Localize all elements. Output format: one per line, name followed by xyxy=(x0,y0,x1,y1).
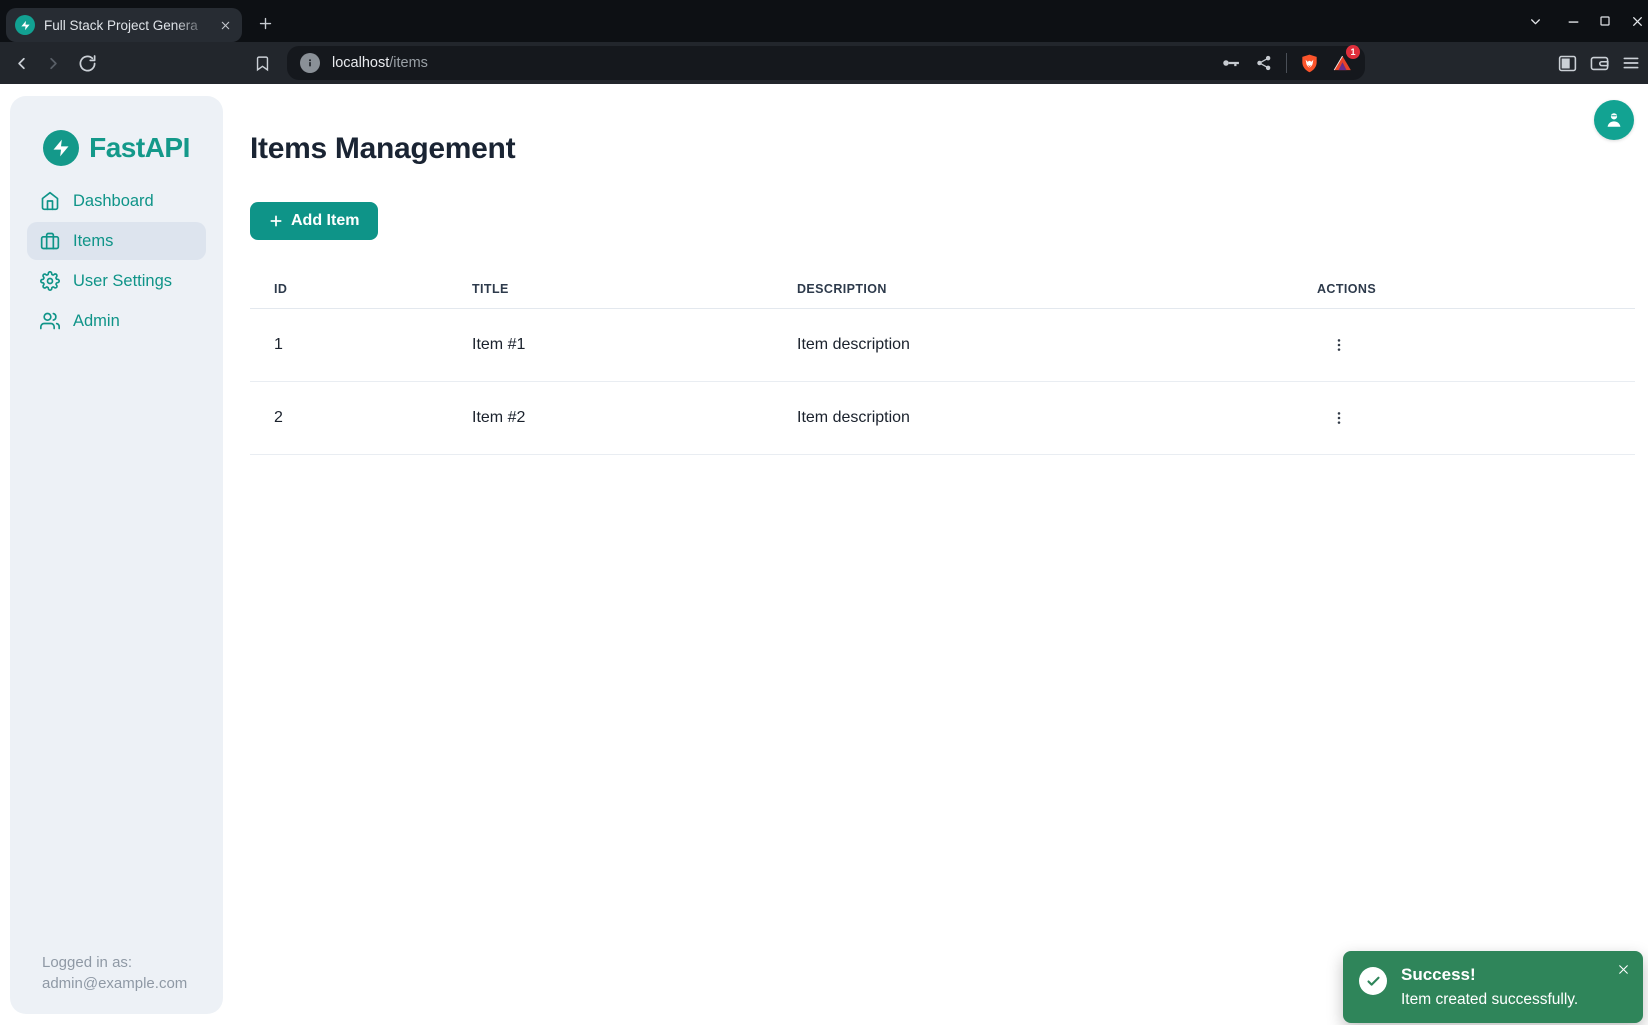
plus-icon xyxy=(269,214,283,228)
sidebar-item-label: Admin xyxy=(73,312,120,331)
sidebar-nav: Dashboard Items User Settings Admin xyxy=(10,182,223,340)
home-icon xyxy=(40,191,60,211)
add-item-button[interactable]: Add Item xyxy=(250,202,378,240)
toolbar-divider xyxy=(1286,53,1287,73)
forward-button[interactable] xyxy=(42,52,64,74)
wallet-icon[interactable] xyxy=(1588,52,1610,74)
table-header-row: ID TITLE DESCRIPTION ACTIONS xyxy=(250,270,1635,309)
app-sidebar: FastAPI Dashboard Items User Settings Ad… xyxy=(10,96,223,1014)
items-table: ID TITLE DESCRIPTION ACTIONS 1 Item #1 I… xyxy=(250,270,1635,455)
briefcase-icon xyxy=(40,231,60,251)
sidebar-item-label: User Settings xyxy=(73,272,172,291)
kebab-icon xyxy=(1331,410,1347,426)
toast-close-button[interactable] xyxy=(1614,960,1632,978)
site-info-icon[interactable] xyxy=(300,53,320,73)
column-header-actions: ACTIONS xyxy=(1293,270,1635,309)
gear-icon xyxy=(40,271,60,291)
add-item-label: Add Item xyxy=(291,212,359,230)
brave-rewards-icon[interactable]: 1 xyxy=(1331,52,1353,74)
column-header-id: ID xyxy=(250,270,448,309)
tab-title: Full Stack Project Genera xyxy=(44,18,216,33)
url-text: localhost/items xyxy=(332,55,428,71)
tab-search-chevron-icon[interactable] xyxy=(1524,10,1546,32)
maximize-button[interactable] xyxy=(1594,10,1616,32)
tab-close-icon[interactable] xyxy=(216,16,234,34)
toast-title: Success! xyxy=(1401,965,1578,985)
sidebar-panel-icon[interactable] xyxy=(1556,52,1578,74)
table-row: 1 Item #1 Item description xyxy=(250,309,1635,382)
rewards-badge: 1 xyxy=(1346,45,1360,59)
logged-in-label: Logged in as: xyxy=(42,952,187,973)
cell-description: Item description xyxy=(773,382,1293,455)
share-icon[interactable] xyxy=(1253,52,1275,74)
menu-hamburger-icon[interactable] xyxy=(1620,52,1642,74)
close-window-button[interactable] xyxy=(1626,10,1648,32)
cell-id: 2 xyxy=(250,382,448,455)
column-header-title: TITLE xyxy=(448,270,773,309)
page-title: Items Management xyxy=(250,132,1635,166)
toast-message: Item created successfully. xyxy=(1401,991,1578,1009)
main-content: Items Management Add Item ID TITLE DESCR… xyxy=(250,84,1635,455)
reload-button[interactable] xyxy=(76,52,98,74)
bookmark-icon[interactable] xyxy=(251,52,273,74)
browser-toolbar: localhost/items 1 xyxy=(0,42,1648,84)
row-actions-menu-button[interactable] xyxy=(1325,404,1353,432)
success-toast: Success! Item created successfully. xyxy=(1343,951,1643,1023)
fastapi-logo: FastAPI xyxy=(10,96,223,166)
table-row: 2 Item #2 Item description xyxy=(250,382,1635,455)
logged-in-email: admin@example.com xyxy=(42,973,187,994)
user-icon xyxy=(1603,109,1625,131)
url-bar[interactable]: localhost/items 1 xyxy=(287,46,1365,80)
cell-description: Item description xyxy=(773,309,1293,382)
sidebar-item-admin[interactable]: Admin xyxy=(27,302,206,340)
sidebar-item-items[interactable]: Items xyxy=(27,222,206,260)
sidebar-item-label: Items xyxy=(73,232,113,251)
brand-name: FastAPI xyxy=(89,132,190,164)
minimize-button[interactable] xyxy=(1562,10,1584,32)
kebab-icon xyxy=(1331,337,1347,353)
brave-shield-icon[interactable] xyxy=(1298,52,1320,74)
browser-tab-bar: Full Stack Project Genera xyxy=(0,0,1648,42)
user-avatar-button[interactable] xyxy=(1594,100,1634,140)
password-key-icon[interactable] xyxy=(1220,52,1242,74)
url-path: /items xyxy=(389,55,428,71)
fastapi-favicon-icon xyxy=(15,15,35,35)
check-circle-icon xyxy=(1359,967,1387,995)
sidebar-item-user-settings[interactable]: User Settings xyxy=(27,262,206,300)
url-host: localhost xyxy=(332,55,389,71)
sidebar-item-dashboard[interactable]: Dashboard xyxy=(27,182,206,220)
fastapi-bolt-icon xyxy=(43,130,79,166)
sidebar-item-label: Dashboard xyxy=(73,192,154,211)
browser-tab[interactable]: Full Stack Project Genera xyxy=(6,8,242,42)
users-icon xyxy=(40,311,60,331)
cell-title: Item #2 xyxy=(448,382,773,455)
cell-id: 1 xyxy=(250,309,448,382)
new-tab-button[interactable] xyxy=(252,10,278,36)
toast-body: Success! Item created successfully. xyxy=(1401,963,1578,1009)
row-actions-menu-button[interactable] xyxy=(1325,331,1353,359)
back-button[interactable] xyxy=(10,52,32,74)
column-header-description: DESCRIPTION xyxy=(773,270,1293,309)
cell-title: Item #1 xyxy=(448,309,773,382)
logged-in-info: Logged in as: admin@example.com xyxy=(42,952,187,994)
